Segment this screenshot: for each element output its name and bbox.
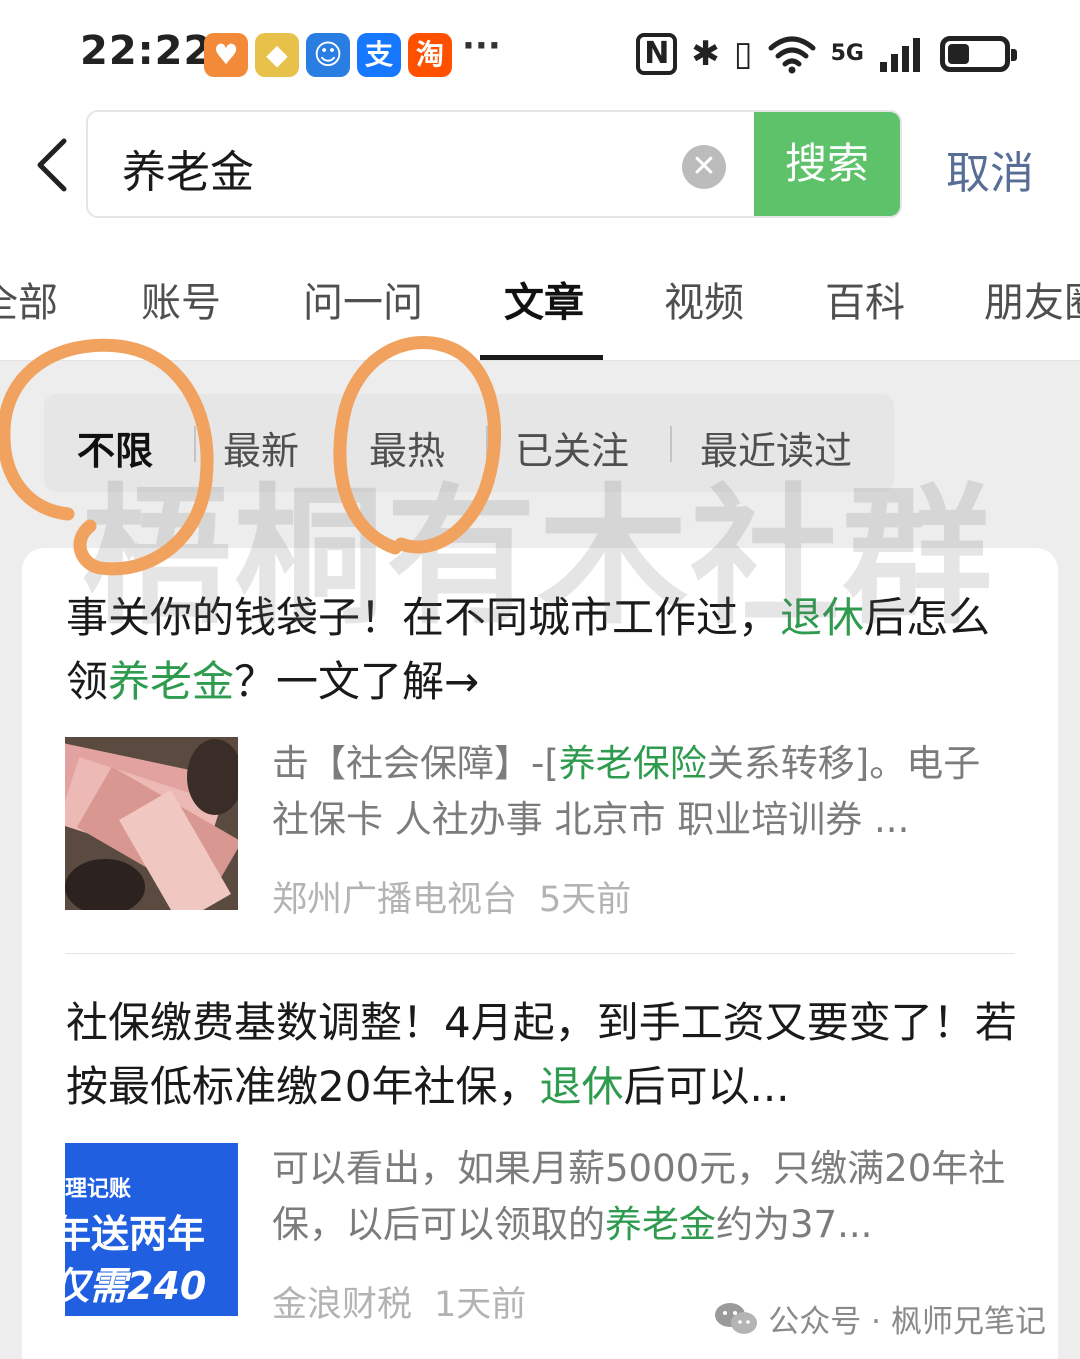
account-name: 枫师兄笔记: [891, 1304, 1046, 1340]
text-segment: ？一文了解→: [234, 657, 480, 706]
app-icon-alipay: 支: [357, 33, 401, 77]
search-box: 养老金 ✕ 搜索: [86, 110, 902, 218]
bluetooth-icon: ✱: [691, 34, 720, 74]
filter-divider: [194, 426, 196, 462]
text-segment: 击【社会保障】-[: [272, 742, 559, 785]
app-icon-taobao: 淘: [408, 33, 452, 77]
money-banknotes-image: [65, 737, 238, 910]
app-icon-blue-robot: ☺: [306, 33, 350, 77]
wechat-account-credit: 公众号 · 枫师兄笔记: [714, 1296, 1046, 1341]
article-source[interactable]: 金浪财税: [272, 1285, 412, 1325]
wechat-icon: [715, 1302, 758, 1334]
filter-divider: [340, 426, 342, 462]
cancel-button[interactable]: 取消: [946, 137, 1034, 201]
text-segment: 事关你的钱袋子！在不同城市工作过，: [66, 593, 781, 642]
battery-icon: [940, 36, 1017, 72]
network-type-label: 5G: [830, 41, 864, 66]
search-input[interactable]: 养老金: [122, 136, 254, 200]
filter-divider: [486, 426, 488, 462]
tab-accounts[interactable]: 账号: [141, 270, 221, 328]
thumbnail-text: 仅需240: [65, 1264, 207, 1308]
highlighted-keyword: 退休: [539, 1062, 624, 1111]
article-time: 5天前: [539, 880, 632, 920]
thumbnail-text: 理记账: [65, 1177, 132, 1202]
text-segment: 后可以...: [623, 1062, 790, 1111]
highlighted-keyword: 养老保险: [558, 742, 707, 785]
filter-hottest[interactable]: 最热: [369, 420, 445, 475]
article-title[interactable]: 社保缴费基数调整！4月起，到手工资又要变了！若按最低标准缴20年社保，退休后可以…: [66, 991, 1026, 1119]
status-indicators: N ✱ ▯ 5G: [636, 26, 1017, 82]
tab-articles[interactable]: 文章: [504, 270, 584, 328]
nfc-icon: N: [636, 33, 678, 75]
back-arrow-icon[interactable]: [28, 135, 80, 195]
category-tabs: 全部 账号 问一问 文章 视频 百科 朋友圈: [0, 230, 1080, 361]
highlighted-keyword: 养老金: [605, 1203, 716, 1246]
filter-latest[interactable]: 最新: [223, 420, 299, 475]
article-meta: 金浪财税 1天前: [272, 1276, 526, 1327]
article-snippet: 可以看出，如果月薪5000元，只缴满20年社保，以后可以领取的养老金约为37..…: [272, 1141, 1017, 1253]
result-divider: [65, 953, 1015, 954]
highlighted-keyword: 退休: [780, 593, 865, 642]
tab-all[interactable]: 全部: [0, 270, 58, 328]
signal-icon: [880, 38, 920, 72]
clear-search-icon[interactable]: ✕: [682, 145, 726, 189]
highlighted-keyword: 养老金: [108, 657, 235, 706]
article-meta: 郑州广播电视台 5天前: [272, 871, 631, 922]
app-icon-honor-diamond: ◆: [255, 33, 299, 77]
sort-filter-bar: 不限 最新 最热 已关注 最近读过: [44, 394, 894, 492]
article-source[interactable]: 郑州广播电视台: [272, 880, 517, 920]
article-title[interactable]: 事关你的钱袋子！在不同城市工作过，退休后怎么领养老金？一文了解→: [66, 586, 1026, 714]
tab-ask[interactable]: 问一问: [303, 270, 423, 328]
battery-level: [948, 44, 969, 64]
article-time: 1天前: [434, 1285, 527, 1325]
article-thumbnail[interactable]: 理记账 年送两年 仅需240: [65, 1143, 238, 1316]
status-bar: 22:22 ♥ ◆ ☺ 支淘 ··· N ✱ ▯ 5G: [0, 0, 1080, 105]
thumbnail-text: 年送两年: [65, 1212, 206, 1256]
filter-recently-read[interactable]: 最近读过: [700, 420, 852, 475]
account-prefix: 公众号 ·: [768, 1304, 881, 1340]
vibrate-icon: ▯: [733, 34, 753, 74]
tab-wiki[interactable]: 百科: [825, 270, 905, 328]
active-tab-indicator: [480, 355, 603, 360]
tab-videos[interactable]: 视频: [664, 270, 744, 328]
filter-followed[interactable]: 已关注: [515, 420, 629, 475]
article-thumbnail[interactable]: [65, 737, 238, 910]
filter-unlimited[interactable]: 不限: [77, 420, 153, 475]
wifi-icon: [768, 36, 816, 74]
text-segment: 约为37...: [716, 1203, 873, 1246]
article-snippet: 击【社会保障】-[养老保险关系转移]。电子社保卡 人社办事 北京市 职业培训券 …: [272, 736, 1017, 848]
filter-divider: [670, 426, 672, 462]
tab-moments[interactable]: 朋友圈: [984, 270, 1080, 328]
app-icon-orange-heart: ♥: [204, 33, 248, 77]
search-header: 养老金 ✕ 搜索 取消: [0, 105, 1080, 230]
search-button[interactable]: 搜索: [754, 112, 900, 216]
more-notifications-icon: ···: [462, 26, 501, 66]
status-time: 22:22: [80, 28, 213, 74]
search-results: 事关你的钱袋子！在不同城市工作过，退休后怎么领养老金？一文了解→ 击【社会保障】…: [22, 548, 1058, 1359]
